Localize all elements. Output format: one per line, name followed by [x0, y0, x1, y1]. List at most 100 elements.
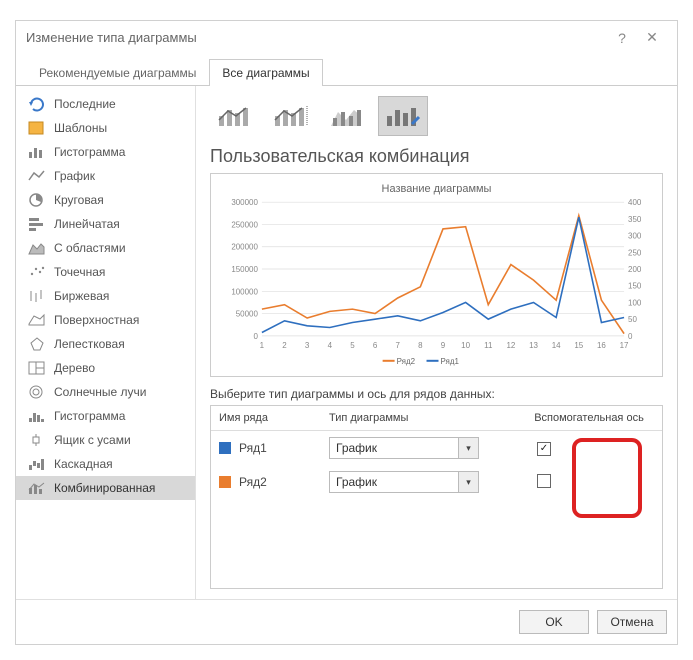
svg-text:150: 150: [628, 282, 642, 291]
svg-text:1: 1: [260, 341, 265, 350]
combo-subtype-3[interactable]: [322, 96, 372, 136]
series-section-label: Выберите тип диаграммы и ось для рядов д…: [210, 387, 663, 401]
series-table: Имя ряда Тип диаграммы Вспомогательная о…: [210, 405, 663, 589]
stock-chart-icon: [26, 288, 48, 304]
svg-text:4: 4: [328, 341, 333, 350]
svg-text:15: 15: [574, 341, 583, 350]
close-button[interactable]: ✕: [637, 29, 667, 46]
sidebar-item-label: Круговая: [54, 193, 104, 207]
sidebar-item-radar[interactable]: Лепестковая: [16, 332, 195, 356]
combo-subtype-2[interactable]: [266, 96, 316, 136]
sidebar-item-pie[interactable]: Круговая: [16, 188, 195, 212]
sidebar-item-area[interactable]: С областями: [16, 236, 195, 260]
sidebar-item-label: Поверхностная: [54, 313, 139, 327]
series-name: Ряд2: [239, 475, 329, 489]
sidebar-item-label: Последние: [54, 97, 116, 111]
svg-text:Название диаграммы: Название диаграммы: [382, 183, 492, 195]
radar-chart-icon: [26, 336, 48, 352]
bar-chart-icon: [26, 216, 48, 232]
svg-text:50: 50: [628, 315, 637, 324]
chart-preview: Название диаграммы0500001000001500002000…: [210, 173, 663, 377]
sidebar-item-label: С областями: [54, 241, 126, 255]
series-name: Ряд1: [239, 441, 329, 455]
svg-text:2: 2: [282, 341, 287, 350]
sidebar-item-scatter[interactable]: Точечная: [16, 260, 195, 284]
sidebar-item-surface[interactable]: Поверхностная: [16, 308, 195, 332]
area-chart-icon: [26, 240, 48, 256]
sidebar-item-label: Лепестковая: [54, 337, 125, 351]
chart-type-sidebar: Последние Шаблоны Гистограмма График Кру…: [16, 86, 196, 599]
combo-subtype-1[interactable]: [210, 96, 260, 136]
sidebar-item-label: Линейчатая: [54, 217, 120, 231]
svg-text:200000: 200000: [231, 243, 258, 252]
sidebar-item-combo[interactable]: Комбинированная: [16, 476, 195, 500]
sidebar-item-boxwhisker[interactable]: Ящик с усами: [16, 428, 195, 452]
column-chart-icon: [26, 144, 48, 160]
sidebar-item-templates[interactable]: Шаблоны: [16, 116, 195, 140]
svg-text:150000: 150000: [231, 265, 258, 274]
secondary-axis-checkbox[interactable]: [537, 474, 551, 488]
series-type-select[interactable]: График: [329, 471, 459, 493]
col-header-aux: Вспомогательная ось: [524, 412, 654, 424]
secondary-axis-checkbox[interactable]: ✓: [537, 442, 551, 456]
ok-button[interactable]: OK: [519, 610, 589, 634]
series-color-swatch: [219, 442, 231, 454]
svg-text:300000: 300000: [231, 198, 258, 207]
treemap-icon: [26, 360, 48, 376]
sidebar-item-sunburst[interactable]: Солнечные лучи: [16, 380, 195, 404]
sidebar-item-column[interactable]: Гистограмма: [16, 140, 195, 164]
sidebar-item-label: Точечная: [54, 265, 105, 279]
svg-text:350: 350: [628, 215, 642, 224]
svg-text:50000: 50000: [236, 310, 259, 319]
main-title: Пользовательская комбинация: [210, 146, 663, 167]
sidebar-item-line[interactable]: График: [16, 164, 195, 188]
svg-text:9: 9: [441, 341, 446, 350]
sidebar-item-waterfall[interactable]: Каскадная: [16, 452, 195, 476]
pie-chart-icon: [26, 192, 48, 208]
series-row: Ряд1 График ▾ ✓: [211, 431, 662, 465]
chevron-down-icon[interactable]: ▾: [459, 471, 479, 493]
histogram-icon: [26, 408, 48, 424]
cancel-button[interactable]: Отмена: [597, 610, 667, 634]
sidebar-item-label: Каскадная: [54, 457, 113, 471]
svg-text:13: 13: [529, 341, 538, 350]
surface-chart-icon: [26, 312, 48, 328]
sidebar-item-histogram[interactable]: Гистограмма: [16, 404, 195, 428]
svg-text:16: 16: [597, 341, 606, 350]
svg-text:7: 7: [395, 341, 400, 350]
tab-all[interactable]: Все диаграммы: [209, 59, 322, 86]
svg-text:6: 6: [373, 341, 378, 350]
sidebar-item-stock[interactable]: Биржевая: [16, 284, 195, 308]
svg-text:200: 200: [628, 265, 642, 274]
svg-text:12: 12: [506, 341, 515, 350]
series-row: Ряд2 График ▾: [211, 465, 662, 499]
chevron-down-icon[interactable]: ▾: [459, 437, 479, 459]
subtype-thumbnails: [210, 96, 663, 136]
sidebar-item-label: Биржевая: [54, 289, 109, 303]
sunburst-icon: [26, 384, 48, 400]
sidebar-item-label: Солнечные лучи: [54, 385, 146, 399]
svg-text:11: 11: [484, 341, 493, 350]
sidebar-item-bar[interactable]: Линейчатая: [16, 212, 195, 236]
line-chart-icon: [26, 168, 48, 184]
svg-text:3: 3: [305, 341, 310, 350]
sidebar-item-label: Комбинированная: [54, 481, 155, 495]
templates-icon: [26, 120, 48, 136]
dialog-title: Изменение типа диаграммы: [26, 30, 607, 45]
tab-recommended[interactable]: Рекомендуемые диаграммы: [26, 59, 209, 86]
sidebar-item-treemap[interactable]: Дерево: [16, 356, 195, 380]
svg-text:100000: 100000: [231, 287, 258, 296]
combo-chart-icon: [26, 480, 48, 496]
combo-subtype-custom[interactable]: [378, 96, 428, 136]
series-type-select[interactable]: График: [329, 437, 459, 459]
help-button[interactable]: ?: [607, 30, 637, 46]
sidebar-item-recent[interactable]: Последние: [16, 92, 195, 116]
svg-text:300: 300: [628, 232, 642, 241]
svg-text:250: 250: [628, 248, 642, 257]
waterfall-icon: [26, 456, 48, 472]
svg-text:Ряд1: Ряд1: [440, 357, 459, 366]
scatter-chart-icon: [26, 264, 48, 280]
recent-icon: [26, 96, 48, 112]
svg-text:100: 100: [628, 298, 642, 307]
sidebar-item-label: Гистограмма: [54, 409, 125, 423]
